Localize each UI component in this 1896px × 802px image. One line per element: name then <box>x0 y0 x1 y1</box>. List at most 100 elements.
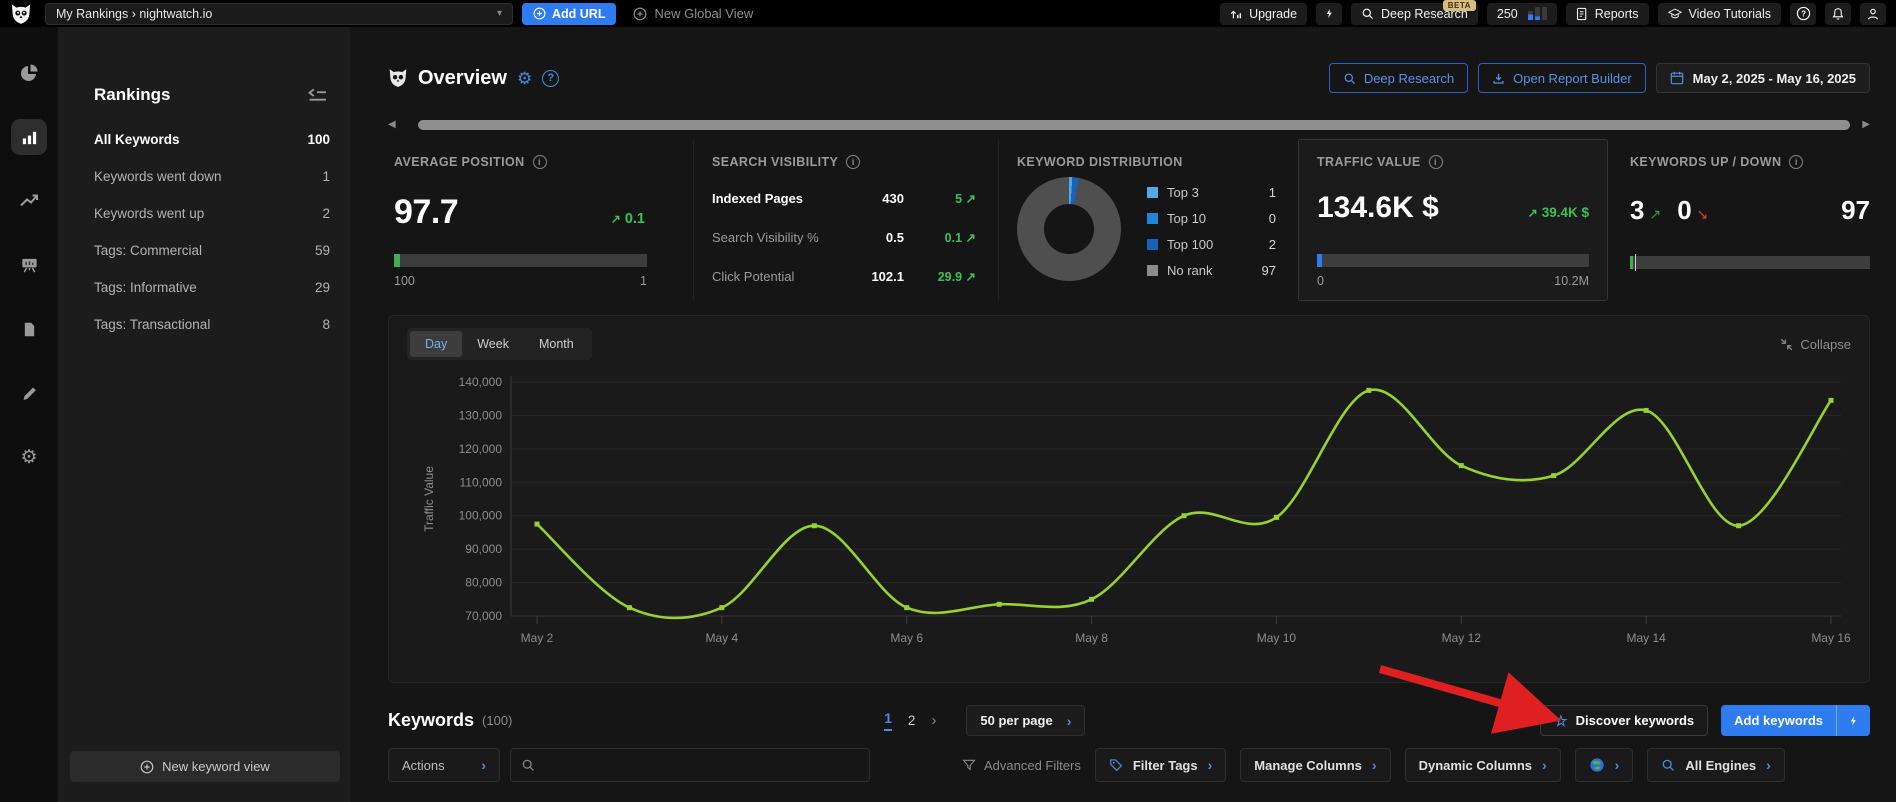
usage-meter[interactable]: 250 <box>1486 2 1557 25</box>
legend-swatch <box>1147 264 1158 276</box>
new-global-view-button[interactable]: New Global View <box>633 6 753 21</box>
notifications-button[interactable] <box>1825 2 1851 25</box>
reports-button[interactable]: Reports <box>1565 2 1649 25</box>
nav-trends[interactable] <box>11 183 47 219</box>
plus-circle-icon <box>634 7 647 20</box>
project-selector[interactable]: My Rankings › nightwatch.io ▾ <box>45 2 513 25</box>
keywords-search-input[interactable] <box>543 757 859 773</box>
sidebar-item-tags-transactional[interactable]: Tags: Transactional 8 <box>58 306 350 343</box>
trend-down-icon: ↘ <box>1696 206 1709 222</box>
add-keywords-quick-button[interactable] <box>1836 705 1870 736</box>
info-icon[interactable]: i <box>532 155 547 169</box>
tab-month[interactable]: Month <box>524 331 589 357</box>
quick-actions-button[interactable] <box>1316 2 1343 25</box>
sidebar-item-keywords-went-up[interactable]: Keywords went up 2 <box>58 195 350 232</box>
page-1[interactable]: 1 <box>884 711 892 731</box>
view-label: Tags: Transactional <box>94 317 211 332</box>
change-value: 0.1 <box>624 211 645 227</box>
next-page-icon[interactable]: › <box>931 712 936 729</box>
upgrade-icon <box>1230 10 1242 18</box>
svg-text:May 10: May 10 <box>1257 631 1297 645</box>
dynamic-columns-label: Dynamic Columns <box>1418 757 1532 773</box>
average-position-bar <box>394 254 647 267</box>
per-page-select[interactable]: 50 per page › <box>966 705 1086 736</box>
card-title: TRAFFIC VALUE <box>1317 155 1421 169</box>
trend-up-icon: ↗ <box>1649 206 1662 222</box>
average-position-card: AVERAGE POSITION i 97.7 ↗ 0.1 100 1 <box>388 139 693 301</box>
sidebar-item-keywords-went-down[interactable]: Keywords went down 1 <box>58 158 350 195</box>
collapse-icon <box>1781 338 1793 350</box>
deep-research-overview-button[interactable]: Deep Research <box>1328 63 1469 93</box>
overview-settings-gear-icon[interactable]: ⚙ <box>517 70 532 87</box>
calendar-icon <box>1670 71 1683 85</box>
scale-min: 0 <box>1317 274 1324 288</box>
add-url-label: Add URL <box>552 6 606 21</box>
view-label: Keywords went up <box>94 206 205 221</box>
open-report-builder-button[interactable]: Open Report Builder <box>1478 63 1646 93</box>
actions-dropdown[interactable]: Actions › <box>388 748 500 782</box>
info-icon[interactable]: i <box>846 155 861 169</box>
beta-badge: BETA <box>1442 0 1476 11</box>
manage-columns-dropdown[interactable]: Manage Columns › <box>1240 748 1391 782</box>
nav-pages[interactable] <box>11 311 47 347</box>
search-icon <box>1362 8 1373 19</box>
legend-count: 2 <box>1268 236 1276 252</box>
help-circle-icon: ? <box>1796 6 1810 21</box>
all-engines-dropdown[interactable]: All Engines › <box>1647 748 1785 782</box>
keywords-search[interactable] <box>510 748 870 782</box>
page-2[interactable]: 2 <box>908 713 916 728</box>
add-keywords-button[interactable]: Add keywords <box>1721 705 1836 736</box>
new-keyword-view-button[interactable]: New keyword view <box>70 751 340 782</box>
discover-keywords-button[interactable]: ☆ Discover keywords <box>1540 705 1709 736</box>
deep-research-label: Deep Research <box>1363 70 1455 86</box>
overview-help-icon[interactable]: ? <box>542 69 560 87</box>
tab-week[interactable]: Week <box>462 331 524 357</box>
advanced-filters-button[interactable]: Advanced Filters <box>962 758 1081 773</box>
card-title: SEARCH VISIBILITY <box>712 155 839 169</box>
stat-cards-row: AVERAGE POSITION i 97.7 ↗ 0.1 100 1 SEAR… <box>388 139 1870 301</box>
tab-day[interactable]: Day <box>410 331 463 357</box>
sidebar-item-tags-commercial[interactable]: Tags: Commercial 59 <box>58 232 350 269</box>
scroll-right-icon[interactable]: ▶ <box>1862 120 1870 130</box>
average-position-value: 97.7 <box>394 193 459 231</box>
nav-rankings[interactable] <box>11 119 47 155</box>
owl-icon <box>389 69 407 87</box>
sidebar-item-all-keywords[interactable]: All Keywords 100 <box>58 121 350 158</box>
sidebar-item-tags-informative[interactable]: Tags: Informative 29 <box>58 269 350 306</box>
keywords-no-change-count: 97 <box>1841 195 1870 225</box>
app-logo-owl-icon[interactable] <box>6 3 36 25</box>
nav-dashboard-pie[interactable] <box>11 55 47 91</box>
upgrade-button[interactable]: Upgrade <box>1220 2 1308 25</box>
collapse-chart-button[interactable]: Collapse <box>1780 337 1851 352</box>
info-icon[interactable]: i <box>1789 155 1804 169</box>
all-engines-label: All Engines <box>1685 757 1757 773</box>
collapse-sidebar-button[interactable] <box>307 88 328 103</box>
search-visibility-card: SEARCH VISIBILITY i Indexed Pages 430 5 … <box>693 139 998 301</box>
chevron-right-icon: › <box>1542 757 1547 773</box>
scrollbar-track[interactable] <box>404 120 1855 130</box>
traffic-value-card: TRAFFIC VALUE i 134.6K $ ↗ 39.4K $ 0 10.… <box>1298 139 1608 301</box>
nav-settings[interactable]: ⚙ <box>11 439 47 475</box>
nav-site-audit[interactable] <box>11 247 47 283</box>
tag-icon <box>1109 759 1123 772</box>
deep-research-button[interactable]: Deep Research BETA <box>1351 0 1478 25</box>
date-range-picker[interactable]: May 2, 2025 - May 16, 2025 <box>1655 63 1870 93</box>
filter-tags-dropdown[interactable]: Filter Tags › <box>1094 748 1227 782</box>
legend-label: Top 10 <box>1167 210 1207 226</box>
nav-notes[interactable] <box>11 375 47 411</box>
dynamic-columns-dropdown[interactable]: Dynamic Columns › <box>1404 748 1561 782</box>
scrollbar-thumb[interactable] <box>417 120 1851 130</box>
scroll-left-icon[interactable]: ◀ <box>388 120 396 130</box>
metric-label: Search Visibility % <box>712 230 819 245</box>
add-url-button[interactable]: Add URL <box>522 2 617 25</box>
discover-keywords-label: Discover keywords <box>1575 713 1695 728</box>
help-button[interactable]: ? <box>1790 2 1816 25</box>
video-tutorials-button[interactable]: Video Tutorials <box>1657 2 1781 25</box>
bar-fill-green <box>1630 256 1634 269</box>
info-icon[interactable]: i <box>1428 155 1443 169</box>
metric-value: 0.5 <box>885 230 904 245</box>
svg-text:May 12: May 12 <box>1442 631 1482 645</box>
location-dropdown[interactable]: › <box>1574 748 1634 782</box>
account-button[interactable] <box>1860 2 1886 25</box>
manage-columns-label: Manage Columns <box>1254 757 1362 773</box>
